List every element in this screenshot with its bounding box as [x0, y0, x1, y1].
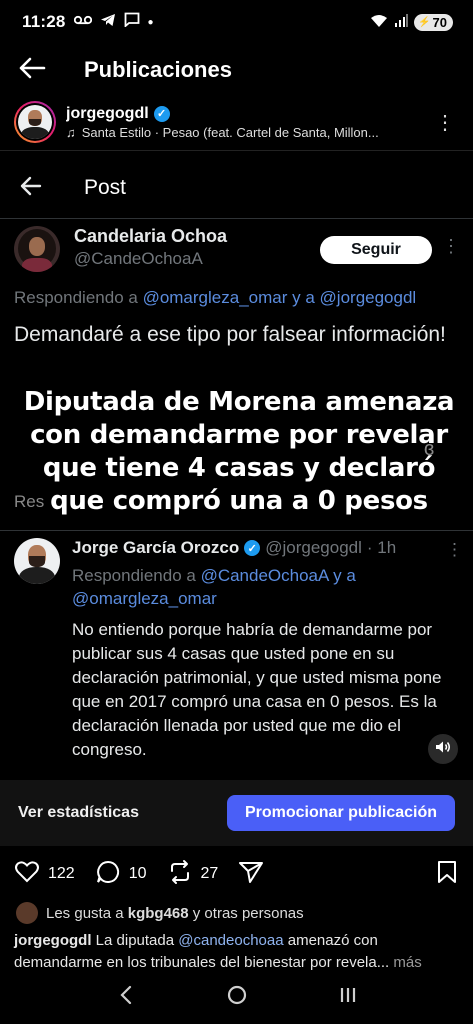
liker-avatar [16, 902, 38, 924]
author-username[interactable]: jorgegogdl [66, 105, 149, 123]
post-author-row: jorgegogdl ✓ ♫ Santa Estilo · Pesao (fea… [0, 96, 473, 148]
tweet1-replying-to: Respondiendo a @omargleza_omar y a @jorg… [14, 288, 464, 308]
speaker-icon [435, 740, 451, 759]
verified-badge-icon: ✓ [244, 540, 261, 556]
mention: @CandeOchoaA [200, 566, 329, 585]
action-row: 122 10 27 [14, 856, 460, 892]
overlay-caption: Res ɞ Diputada de Morena amenaza con dem… [14, 386, 464, 518]
telegram-icon [100, 13, 116, 32]
jorge-avatar [14, 538, 60, 584]
caption-text: La diputada [95, 932, 175, 949]
likes-summary[interactable]: Les gusta a kgbg468 y otras personas [16, 902, 466, 924]
mention: @omargleza_omar [142, 288, 288, 307]
message-icon [124, 12, 140, 32]
verified-badge-icon: ✓ [153, 105, 170, 122]
audio-track-label: Santa Estilo · Pesao (feat. Cartel de Sa… [81, 124, 379, 140]
author-avatar[interactable] [14, 101, 56, 143]
replying-join: y a [292, 288, 315, 307]
candelaria-avatar [14, 226, 60, 272]
save-action[interactable] [434, 859, 460, 890]
x-post-header: Post [0, 160, 473, 216]
voicemail-icon [73, 13, 92, 31]
send-icon [238, 859, 264, 890]
caption-line: que tiene 4 casas y declaró [42, 453, 436, 483]
caption-line: que compró una a 0 pesos [50, 486, 428, 516]
page-title: Publicaciones [84, 57, 232, 82]
tweet1-text: Demandaré a ese tipo por falsear informa… [14, 323, 446, 346]
status-left: 11:28 ● [22, 12, 154, 32]
replying-prefix: Respondiendo a [72, 566, 196, 585]
comment-count: 10 [128, 865, 147, 882]
wifi-icon [370, 14, 388, 31]
liker-username[interactable]: kgbg468 [128, 905, 189, 922]
status-right: ⚡ 70 [370, 13, 453, 31]
heart-icon [14, 859, 40, 890]
bookmark-icon [434, 859, 460, 890]
follow-button: Seguir [320, 236, 432, 264]
system-nav-bar [0, 972, 473, 1024]
replying-join: y a [333, 566, 356, 585]
repost-action[interactable]: 27 [167, 859, 219, 890]
avatar-image [18, 105, 52, 139]
mention: @jorgegogdl [319, 288, 417, 307]
caption-peek-left: Res [14, 492, 45, 511]
recents-nav-icon[interactable] [328, 984, 368, 1012]
caption-mention[interactable]: @candeochoaa [178, 932, 283, 949]
tweet2-replying-to: Respondiendo a @CandeOchoaA y a @omargle… [72, 564, 464, 610]
dot-icon: ● [147, 16, 154, 28]
home-nav-icon[interactable] [217, 984, 257, 1013]
tweet-candelaria: Candelaria Ochoa @CandeOchoaA Seguir ⋮ [14, 226, 464, 272]
divider [0, 530, 473, 531]
tweet2-more-icon: ⋮ [446, 540, 463, 559]
x-back-arrow-icon [20, 176, 42, 201]
tweet2-body: Respondiendo a @CandeOchoaA y a @omargle… [72, 564, 464, 762]
promotion-bar: Ver estadísticas Promocionar publicación [0, 780, 473, 846]
x-post-title: Post [84, 176, 127, 199]
caption-peek-right: ɞ [424, 438, 435, 460]
share-action[interactable] [238, 859, 264, 890]
likes-prefix: Les gusta a [46, 904, 124, 922]
tweet1-handle: @CandeOchoaA [74, 249, 203, 268]
battery-level: 70 [432, 14, 447, 30]
signal-icon [394, 13, 409, 31]
mention: @omargleza_omar [72, 589, 217, 608]
sound-toggle[interactable] [428, 734, 458, 764]
status-bar: 11:28 ● ⚡ 70 [0, 0, 473, 44]
caption-line: con demandarme por revelar [30, 420, 448, 450]
tweet2-text: No entiendo porque habría de demandarme … [72, 620, 442, 759]
ig-header: Publicaciones [0, 44, 473, 96]
tweet1-more-icon: ⋮ [442, 236, 460, 256]
tweet2-name: Jorge García Orozco [72, 538, 240, 557]
music-note-icon: ♫ [66, 124, 76, 140]
view-insights-link[interactable]: Ver estadísticas [18, 804, 139, 822]
back-arrow-icon[interactable] [18, 57, 46, 84]
like-count: 122 [48, 865, 75, 882]
repost-count: 27 [200, 865, 219, 882]
caption-more-link[interactable]: más [393, 954, 421, 971]
comment-action[interactable]: 10 [95, 859, 147, 890]
likes-suffix: y otras personas [192, 904, 304, 922]
charging-icon: ⚡ [418, 16, 431, 28]
audio-track[interactable]: ♫ Santa Estilo · Pesao (feat. Cartel de … [66, 125, 435, 140]
more-options-icon[interactable]: ⋮ [435, 110, 455, 135]
divider [0, 218, 473, 219]
comment-icon [95, 859, 121, 890]
tweet2-handle: @jorgegogdl [265, 538, 362, 557]
caption-line: Diputada de Morena amenaza [23, 387, 455, 417]
back-nav-icon[interactable] [106, 984, 146, 1012]
promote-post-button[interactable]: Promocionar publicación [227, 795, 455, 831]
repost-icon [167, 859, 193, 890]
status-time: 11:28 [22, 12, 66, 31]
battery-indicator: ⚡ 70 [414, 13, 453, 31]
post-caption: jorgegogdl La diputada @candeochoaa amen… [14, 930, 464, 974]
like-action[interactable]: 122 [14, 859, 75, 890]
tweet2-time: · 1h [366, 538, 397, 557]
caption-username[interactable]: jorgegogdl [14, 932, 92, 949]
tweet1-name: Candelaria Ochoa [74, 226, 228, 246]
replying-prefix: Respondiendo a [14, 288, 138, 307]
